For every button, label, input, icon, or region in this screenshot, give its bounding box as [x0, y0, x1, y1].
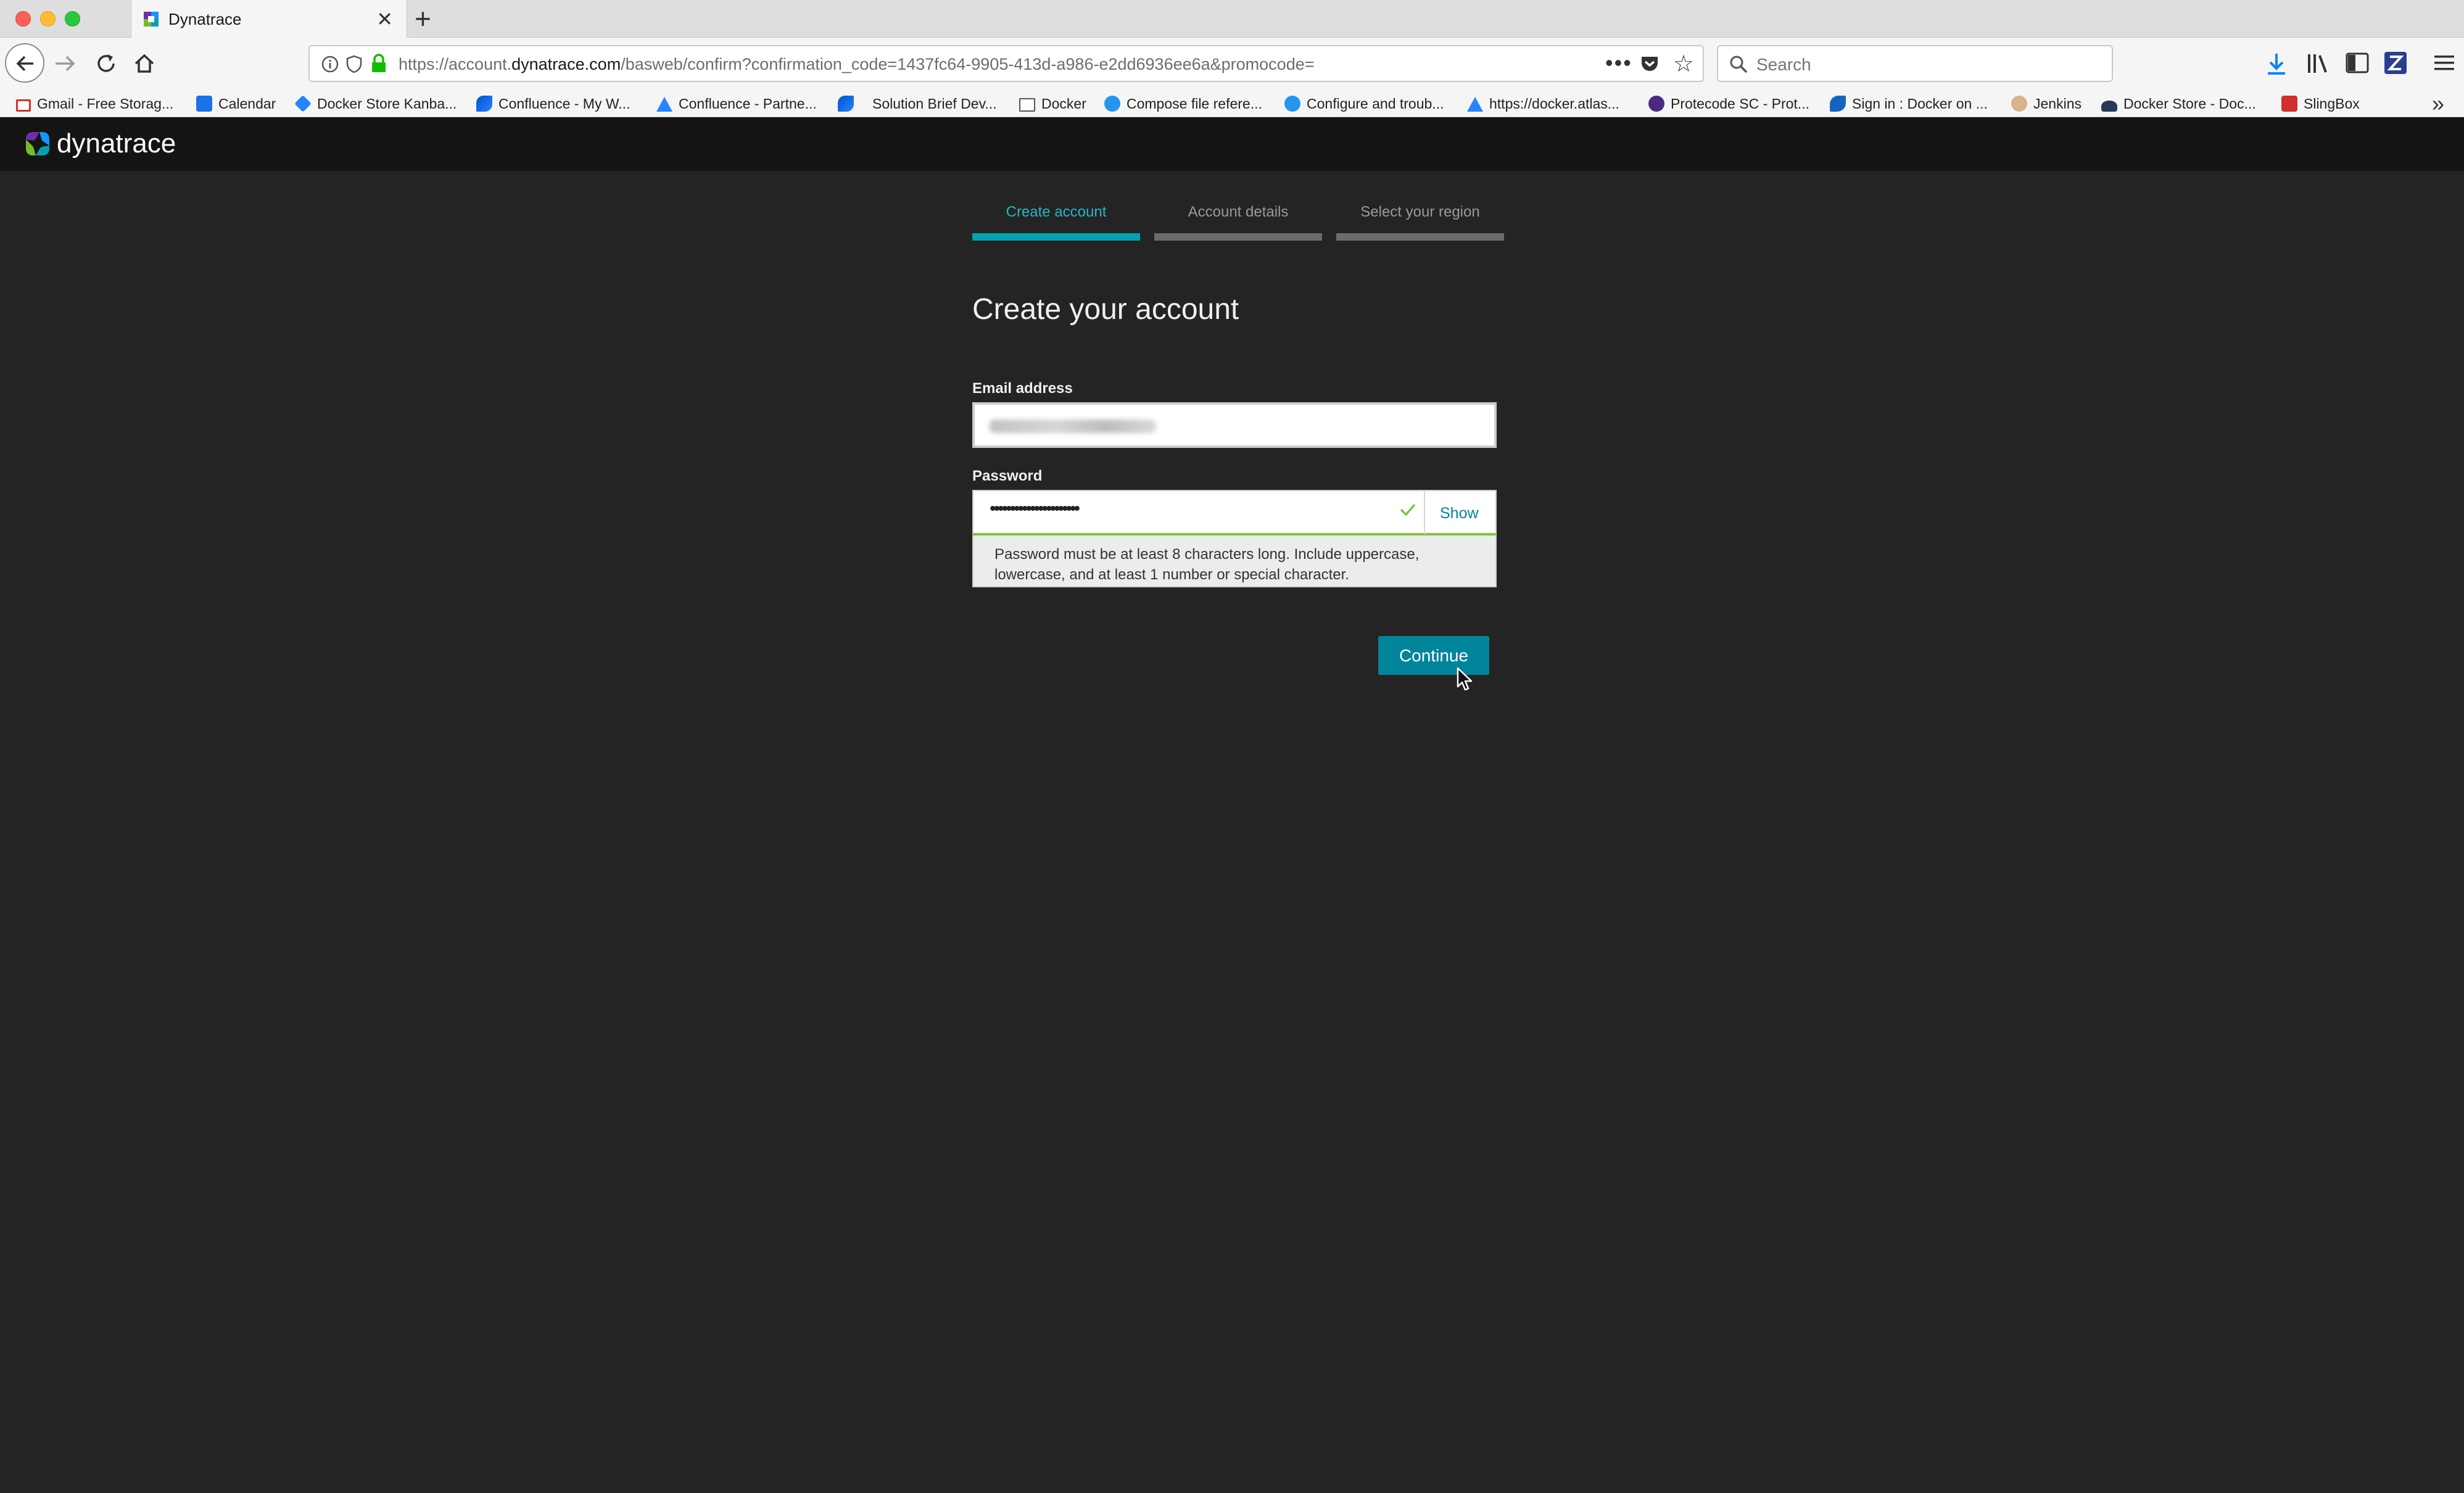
- step-select-region: Select your region: [1336, 204, 1504, 241]
- screen: Dynatrace ✕ + https://account.dynatrace.…: [0, 0, 2464, 1493]
- field-divider: [1424, 491, 1425, 534]
- docker-whale-icon: [2101, 101, 2117, 112]
- hint-line: Password must be at least 8 characters l…: [994, 546, 1420, 563]
- hint-line: lowercase, and at least 1 number or spec…: [994, 566, 1349, 583]
- minimize-window-button[interactable]: [40, 11, 56, 27]
- step-label: Create account: [1006, 204, 1107, 220]
- dynatrace-favicon-icon: [144, 12, 159, 27]
- page-actions-icon[interactable]: •••: [1605, 50, 1632, 76]
- zoom-window-button[interactable]: [65, 11, 80, 27]
- show-password-button[interactable]: Show: [1440, 505, 1479, 523]
- jenkins-icon: [2011, 96, 2027, 112]
- search-icon: [1730, 56, 1748, 73]
- bookmark-jenkins[interactable]: Jenkins: [2011, 93, 2082, 114]
- atlassian-icon: [1467, 97, 1483, 112]
- step-label: Account details: [1188, 204, 1289, 220]
- email-label: Email address: [972, 380, 1073, 397]
- atlassian-icon: [656, 97, 672, 112]
- protecode-icon: [1648, 96, 1664, 112]
- step-progress-bar: [972, 233, 1140, 241]
- back-arrow-icon: [16, 56, 33, 72]
- pocket-icon[interactable]: [1640, 55, 1660, 73]
- bookmark-calendar[interactable]: Calendar: [196, 93, 276, 114]
- confluence-icon: [838, 96, 854, 112]
- bookmark-configure-troubleshoot[interactable]: Configure and troub...: [1284, 93, 1444, 114]
- bookmark-gmail[interactable]: Gmail - Free Storag...: [16, 93, 173, 114]
- dynatrace-logo-icon: [26, 132, 49, 155]
- bookmarks-toolbar: Gmail - Free Storag... Calendar Docker S…: [0, 89, 2464, 117]
- bookmark-docker-folder[interactable]: Docker: [1019, 93, 1086, 114]
- bookmark-solution-brief[interactable]: Solution Brief Dev...: [838, 93, 997, 114]
- browser-navbar: https://account.dynatrace.com/basweb/con…: [0, 38, 2464, 89]
- bookmark-protecode[interactable]: Protecode SC - Prot...: [1648, 93, 1809, 114]
- page-title: Create your account: [972, 293, 1239, 326]
- downloads-icon[interactable]: [2265, 51, 2288, 76]
- address-bar[interactable]: https://account.dynatrace.com/basweb/con…: [308, 45, 1704, 82]
- app-header: dynatrace: [0, 117, 2464, 171]
- hamburger-menu-icon[interactable]: [2433, 54, 2455, 72]
- new-tab-icon[interactable]: +: [415, 3, 431, 34]
- home-icon[interactable]: [132, 51, 157, 76]
- gmail-icon: [16, 99, 31, 112]
- password-field[interactable]: •••••••••••••••••••••• Show: [972, 490, 1497, 536]
- password-label: Password: [972, 468, 1043, 484]
- step-progress-bar: [1154, 233, 1322, 241]
- docker-docs-icon: [1104, 96, 1120, 112]
- back-button[interactable]: [5, 43, 44, 83]
- search-bar[interactable]: Search: [1717, 45, 2113, 82]
- calendar-icon: [196, 96, 212, 112]
- jira-diamond-icon: [294, 95, 312, 112]
- confluence-icon: [476, 96, 492, 112]
- sign-in-icon: [1830, 96, 1846, 112]
- mouse-pointer-icon: [1457, 667, 1473, 691]
- bookmark-docker-store-doc[interactable]: Docker Store - Doc...: [2101, 93, 2256, 114]
- tab-title: Dynatrace: [168, 10, 242, 28]
- tracking-shield-icon[interactable]: [345, 55, 363, 73]
- browser-tab[interactable]: Dynatrace ✕: [131, 0, 407, 38]
- docker-docs-icon: [1284, 96, 1300, 112]
- info-icon[interactable]: [321, 55, 339, 73]
- lock-icon[interactable]: [370, 54, 387, 73]
- step-progress-bar: [1336, 233, 1504, 241]
- search-placeholder: Search: [1756, 55, 1811, 74]
- bookmark-docker-atlassian[interactable]: https://docker.atlas...: [1467, 93, 1619, 114]
- step-account-details: Account details: [1154, 204, 1322, 241]
- forward-arrow-icon[interactable]: [53, 51, 78, 76]
- slingbox-icon: [2281, 96, 2297, 112]
- url-text: https://account.dynatrace.com/basweb/con…: [399, 55, 1315, 73]
- library-icon[interactable]: [2306, 52, 2331, 75]
- browser-tab-strip: Dynatrace ✕ +: [0, 0, 2464, 38]
- folder-icon: [1019, 98, 1035, 112]
- bookmark-confluence-my-w[interactable]: Confluence - My W...: [476, 93, 630, 114]
- bookmarks-overflow-icon[interactable]: »: [2432, 91, 2444, 117]
- bookmark-slingbox[interactable]: SlingBox: [2281, 93, 2360, 114]
- zotero-icon[interactable]: [2384, 51, 2407, 75]
- password-hint: Password must be at least 8 characters l…: [972, 536, 1497, 587]
- close-tab-icon[interactable]: ✕: [376, 9, 393, 29]
- logo-text: dynatrace: [57, 128, 176, 159]
- redacted-email-value: [990, 420, 1156, 433]
- bookmark-sign-in-docker[interactable]: Sign in : Docker on ...: [1830, 93, 1988, 114]
- email-field[interactable]: [972, 402, 1497, 448]
- bookmark-docker-store-kanban[interactable]: Docker Store Kanba...: [294, 93, 457, 114]
- sidebar-icon[interactable]: [2346, 52, 2369, 73]
- close-window-button[interactable]: [15, 11, 31, 27]
- bookmark-compose-file[interactable]: Compose file refere...: [1104, 93, 1262, 114]
- valid-check-icon: [1400, 503, 1416, 516]
- password-masked-value: ••••••••••••••••••••••: [990, 498, 1080, 519]
- step-label: Select your region: [1360, 204, 1480, 220]
- bookmark-confluence-partner[interactable]: Confluence - Partne...: [656, 93, 817, 114]
- step-create-account: Create account: [972, 204, 1140, 241]
- reload-icon[interactable]: [94, 51, 118, 76]
- bookmark-star-icon[interactable]: ☆: [1673, 50, 1694, 78]
